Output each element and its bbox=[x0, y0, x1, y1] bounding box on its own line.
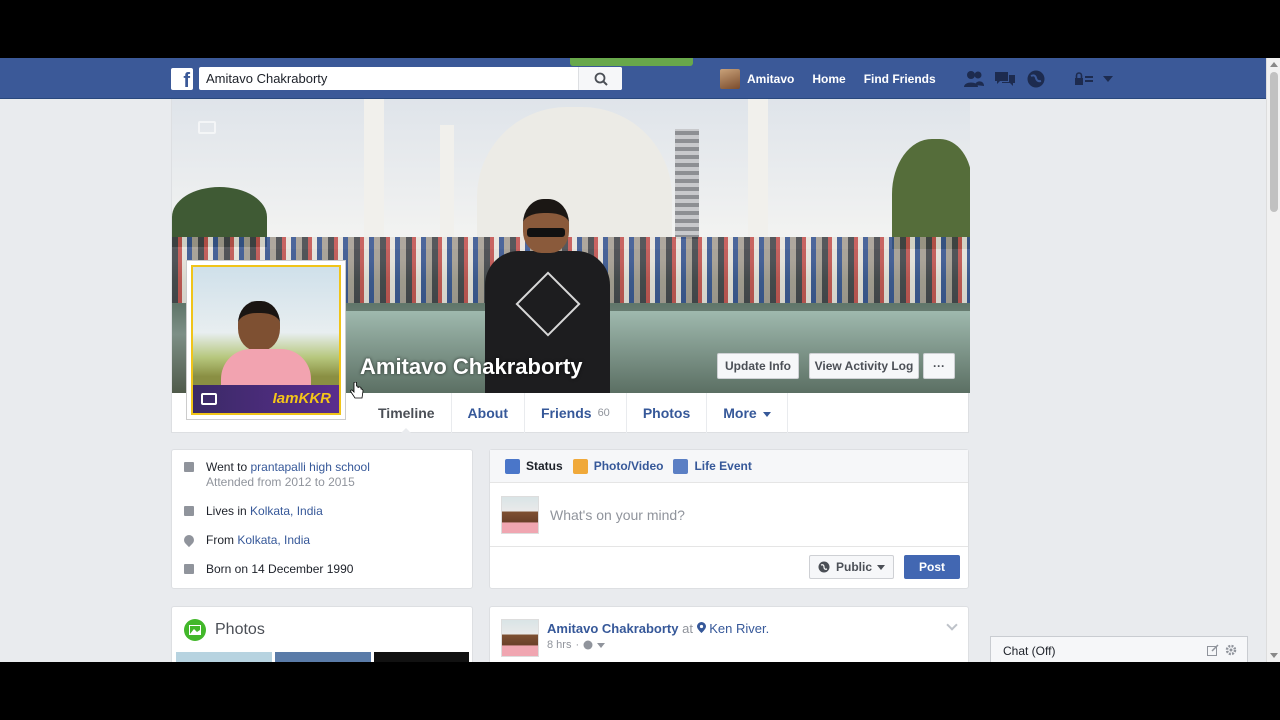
status-input[interactable]: What's on your mind? bbox=[550, 507, 685, 523]
post-button[interactable]: Post bbox=[904, 555, 960, 579]
location-pin-icon bbox=[181, 532, 197, 548]
chevron-down-icon[interactable] bbox=[597, 642, 606, 648]
school-link[interactable]: prantapalli high school bbox=[250, 460, 369, 474]
home-link[interactable]: Home bbox=[812, 72, 845, 86]
timeline-post: Amitavo Chakraborty at Ken River. 8 hrs … bbox=[489, 606, 969, 662]
photo-thumbnail[interactable] bbox=[275, 652, 371, 662]
globe-icon[interactable] bbox=[583, 640, 593, 650]
new-message-icon[interactable] bbox=[1207, 644, 1219, 656]
composer-tabs: Status Photo/Video Life Event bbox=[490, 450, 968, 483]
tab-photos[interactable]: Photos bbox=[627, 393, 708, 433]
hometown-item: From Kolkata, India bbox=[181, 532, 472, 548]
loading-indicator bbox=[570, 58, 693, 66]
birthday-item: Born on 14 December 1990 bbox=[184, 562, 472, 577]
location-pin-icon bbox=[696, 622, 706, 633]
education-item: Went to prantapalli high school Attended… bbox=[184, 460, 472, 490]
friend-requests-icon[interactable] bbox=[963, 68, 985, 90]
post-composer: Status Photo/Video Life Event What's on … bbox=[489, 449, 969, 589]
flag-icon bbox=[673, 458, 689, 474]
photos-title[interactable]: Photos bbox=[215, 621, 265, 639]
more-options-button[interactable]: ··· bbox=[923, 353, 955, 379]
chat-status: Chat (Off) bbox=[1003, 643, 1056, 658]
tab-more[interactable]: More bbox=[707, 393, 788, 433]
chat-bar[interactable]: Chat (Off) bbox=[990, 636, 1248, 662]
post-timestamp[interactable]: 8 hrs bbox=[547, 639, 571, 651]
hometown-link[interactable]: Kolkata, India bbox=[237, 533, 310, 547]
profile-tabs: Timeline About Friends 60 Photos More bbox=[362, 393, 788, 434]
update-cover-camera-icon[interactable] bbox=[198, 121, 216, 134]
calendar-icon bbox=[184, 564, 194, 574]
search-icon bbox=[594, 72, 608, 86]
life-event-tab[interactable]: Life Event bbox=[673, 458, 752, 474]
photo-icon bbox=[572, 458, 588, 474]
hand-cursor-icon bbox=[350, 382, 364, 399]
profile-picture[interactable]: IamKKR bbox=[186, 260, 346, 420]
top-navigation-bar: f Amitavo Home Find Friends bbox=[0, 58, 1266, 99]
facebook-logo[interactable]: f bbox=[171, 68, 193, 90]
update-picture-camera-icon[interactable] bbox=[201, 393, 217, 405]
current-city-item: Lives in Kolkata, India bbox=[184, 504, 472, 519]
post-author-link[interactable]: Amitavo Chakraborty bbox=[547, 621, 678, 636]
profile-name: Amitavo Chakraborty bbox=[360, 354, 583, 379]
scroll-up-arrow-icon[interactable] bbox=[1270, 62, 1278, 67]
messages-icon[interactable] bbox=[994, 68, 1016, 90]
search-input[interactable] bbox=[199, 67, 578, 90]
scroll-thumb[interactable] bbox=[1270, 72, 1278, 212]
status-tab[interactable]: Status bbox=[505, 458, 563, 474]
user-avatar[interactable] bbox=[720, 68, 740, 89]
chevron-down-icon bbox=[762, 411, 771, 417]
post-author-avatar[interactable] bbox=[501, 619, 539, 657]
account-menu-chevron-down-icon[interactable] bbox=[1097, 68, 1119, 90]
composer-avatar bbox=[501, 495, 539, 534]
view-activity-log-button[interactable]: View Activity Log bbox=[809, 353, 919, 379]
intro-card: Went to prantapalli high school Attended… bbox=[171, 449, 473, 589]
search-box bbox=[199, 67, 622, 90]
find-friends-link[interactable]: Find Friends bbox=[864, 72, 936, 86]
photo-thumbnail[interactable] bbox=[374, 652, 469, 662]
home-icon bbox=[184, 506, 194, 516]
chevron-down-icon bbox=[877, 564, 885, 570]
globe-icon bbox=[818, 561, 830, 573]
update-info-button[interactable]: Update Info bbox=[717, 353, 799, 379]
education-icon bbox=[184, 462, 194, 472]
profile-link[interactable]: Amitavo bbox=[747, 72, 794, 86]
current-city-link[interactable]: Kolkata, India bbox=[250, 504, 323, 518]
post-location-link[interactable]: Ken River. bbox=[709, 621, 769, 636]
photos-icon bbox=[184, 619, 206, 641]
tab-friends[interactable]: Friends 60 bbox=[525, 393, 627, 433]
notifications-globe-icon[interactable] bbox=[1025, 68, 1047, 90]
pencil-icon bbox=[505, 458, 520, 474]
tab-timeline[interactable]: Timeline bbox=[362, 393, 452, 434]
attended-years: Attended from 2012 to 2015 bbox=[206, 475, 355, 489]
scroll-down-arrow-icon[interactable] bbox=[1270, 653, 1278, 658]
photo-thumbnail[interactable] bbox=[176, 652, 272, 662]
gear-icon[interactable] bbox=[1225, 644, 1237, 656]
photo-video-tab[interactable]: Photo/Video bbox=[572, 458, 663, 474]
profile-header: Amitavo Chakraborty Update Info View Act… bbox=[171, 99, 970, 434]
photos-card: Photos bbox=[171, 606, 473, 662]
browser-viewport: f Amitavo Home Find Friends bbox=[0, 58, 1280, 662]
audience-selector[interactable]: Public bbox=[808, 555, 894, 579]
tab-about[interactable]: About bbox=[452, 393, 525, 433]
avatar-badge: IamKKR bbox=[272, 390, 331, 407]
page-scrollbar[interactable] bbox=[1266, 58, 1280, 662]
search-button[interactable] bbox=[578, 67, 622, 90]
privacy-shortcuts-icon[interactable] bbox=[1073, 68, 1095, 90]
nav-right: Amitavo Home Find Friends bbox=[720, 58, 1119, 99]
friends-count: 60 bbox=[597, 407, 610, 419]
